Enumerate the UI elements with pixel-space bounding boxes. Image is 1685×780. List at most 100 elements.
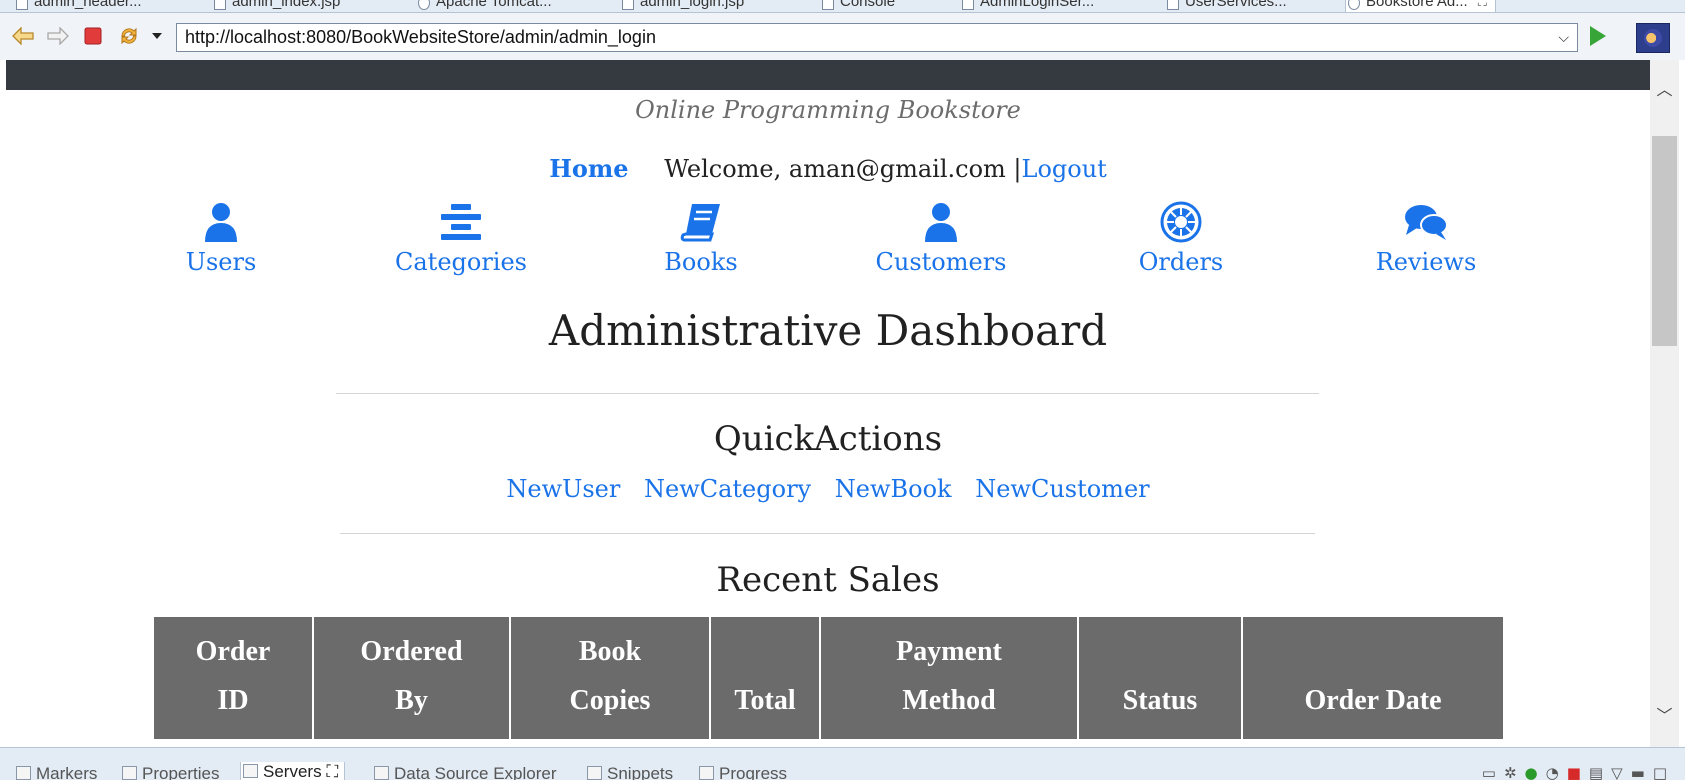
divider xyxy=(336,393,1319,394)
servers-icon xyxy=(243,764,258,778)
nav-label: Users xyxy=(185,248,257,276)
page-title: Administrative Dashboard xyxy=(548,306,1108,355)
nav-customers[interactable]: Customers xyxy=(851,200,1031,276)
top-nav: Home Welcome, aman@gmail.com |Logout xyxy=(6,154,1650,183)
nav-label: Books xyxy=(664,248,738,276)
column-header: Order ID xyxy=(152,615,314,741)
view-tab-progress[interactable]: Progress xyxy=(697,764,787,780)
snippets-icon xyxy=(587,766,602,780)
view-tab-data-source-explorer[interactable]: Data Source Explorer xyxy=(372,764,557,780)
empire-icon xyxy=(1160,201,1202,243)
recent-sales-title: Recent Sales xyxy=(716,560,940,600)
start-icon[interactable]: ● xyxy=(1525,764,1546,780)
logout-link[interactable]: Logout xyxy=(1022,155,1107,183)
nav-books[interactable]: Books xyxy=(611,200,791,276)
url-input[interactable]: http://localhost:8080/BookWebsiteStore/a… xyxy=(176,23,1578,52)
nav-reviews[interactable]: Reviews xyxy=(1336,200,1516,276)
column-header: Payment Method xyxy=(819,615,1079,741)
vertical-scrollbar[interactable]: ︿ ﹀ xyxy=(1650,60,1679,747)
new-server-icon[interactable]: ▭ xyxy=(1482,764,1504,780)
views-tab-strip: Markers Properties Servers ⛶ Data Source… xyxy=(0,747,1685,780)
view-menu-icon[interactable]: ▽ xyxy=(1611,764,1631,780)
view-tab-servers[interactable]: Servers ⛶ xyxy=(240,762,346,780)
profile-icon[interactable]: ◔ xyxy=(1546,764,1567,780)
url-text: http://localhost:8080/BookWebsiteStore/a… xyxy=(185,27,656,47)
align-center-icon xyxy=(441,204,481,240)
editor-tab[interactable]: admin_index.jsp xyxy=(212,0,340,12)
back-button[interactable] xyxy=(12,25,34,47)
view-tab-properties[interactable]: Properties xyxy=(120,764,219,780)
column-header: Book Copies xyxy=(509,615,711,741)
editor-tab-strip: admin_header... admin_index.jsp Apache T… xyxy=(0,0,1685,13)
new-book-link[interactable]: NewBook xyxy=(835,475,952,503)
user-icon xyxy=(925,203,957,242)
recent-sales-table: Order ID Ordered By Book Copies Total Payme… xyxy=(152,615,1505,741)
editor-tab[interactable]: AdminLoginSer... xyxy=(960,0,1094,12)
debug-icon[interactable]: ✲ xyxy=(1504,764,1525,780)
minimize-icon[interactable]: ▬ xyxy=(1631,764,1653,780)
scroll-thumb[interactable] xyxy=(1652,136,1677,346)
markers-icon xyxy=(16,766,31,780)
nav-label: Orders xyxy=(1138,248,1224,276)
close-icon[interactable]: ⛶ xyxy=(326,762,338,780)
site-tagline: Online Programming Bookstore xyxy=(635,96,1021,124)
nav-label: Customers xyxy=(875,248,1007,276)
file-icon xyxy=(622,0,634,10)
stop-icon[interactable]: ■ xyxy=(1567,764,1589,780)
maximize-icon[interactable]: □ xyxy=(1653,764,1675,780)
editor-tab[interactable]: admin_login.jsp xyxy=(620,0,744,12)
nav-orders[interactable]: Orders xyxy=(1091,200,1271,276)
nav-label: Reviews xyxy=(1375,248,1477,276)
chevron-down-icon[interactable]: ⌵ xyxy=(1558,24,1569,51)
go-icon[interactable] xyxy=(1590,26,1606,46)
new-category-link[interactable]: NewCategory xyxy=(644,475,811,503)
admin-nav: Users Categories Books Customers Orders … xyxy=(6,200,1650,280)
stop-button[interactable] xyxy=(82,25,104,47)
editor-tab[interactable]: admin_header... xyxy=(14,0,142,12)
file-icon xyxy=(962,0,974,10)
book-icon xyxy=(680,204,720,242)
comments-icon xyxy=(1405,205,1448,240)
eclipse-icon[interactable] xyxy=(1636,23,1670,53)
file-icon xyxy=(1167,0,1179,10)
column-header: Status xyxy=(1077,615,1243,741)
file-icon xyxy=(214,0,226,10)
arrow-left-icon xyxy=(12,27,34,45)
editor-tab[interactable]: UserServices... xyxy=(1165,0,1287,12)
column-header: Order Date xyxy=(1241,615,1505,741)
close-icon[interactable]: ⛶ xyxy=(1478,0,1487,9)
caret-down-icon xyxy=(152,33,162,39)
globe-icon xyxy=(1348,0,1360,10)
quick-actions: NewUser NewCategory NewBook NewCustomer xyxy=(6,475,1650,503)
web-page: Online Programming Bookstore Home Welcom… xyxy=(6,60,1650,747)
view-tab-markers[interactable]: Markers xyxy=(14,764,97,780)
refresh-menu-button[interactable] xyxy=(146,25,168,47)
console-icon xyxy=(822,0,834,10)
progress-icon xyxy=(699,766,714,780)
quick-actions-title: QuickActions xyxy=(713,419,943,459)
forward-button[interactable] xyxy=(47,25,69,47)
user-icon xyxy=(205,203,237,242)
editor-tab[interactable]: Apache Tomcat... xyxy=(416,0,552,12)
home-link[interactable]: Home xyxy=(549,154,628,183)
publish-icon[interactable]: ▤ xyxy=(1589,764,1611,780)
arrow-right-icon xyxy=(47,27,69,45)
nav-categories[interactable]: Categories xyxy=(371,200,551,276)
column-header: Ordered By xyxy=(312,615,511,741)
scroll-down-icon[interactable]: ﹀ xyxy=(1650,702,1679,730)
view-tab-snippets[interactable]: Snippets xyxy=(585,764,673,780)
column-header: Total xyxy=(709,615,821,741)
nav-users[interactable]: Users xyxy=(131,200,311,276)
file-icon xyxy=(16,0,28,10)
new-customer-link[interactable]: NewCustomer xyxy=(975,475,1149,503)
refresh-icon xyxy=(121,27,137,45)
new-user-link[interactable]: NewUser xyxy=(506,475,620,503)
scroll-up-icon[interactable]: ︿ xyxy=(1650,76,1679,104)
refresh-button[interactable] xyxy=(118,25,140,47)
editor-tab[interactable]: Console xyxy=(820,0,895,12)
view-toolbar: ▭✲●◔■▤▽▬□ xyxy=(1482,764,1675,780)
table-header-row: Order ID Ordered By Book Copies Total Payme… xyxy=(152,615,1505,741)
browser-toolbar: http://localhost:8080/BookWebsiteStore/a… xyxy=(0,13,1685,60)
editor-tab-active[interactable]: Bookstore Ad... ⛶ xyxy=(1345,0,1496,12)
divider xyxy=(340,533,1315,534)
